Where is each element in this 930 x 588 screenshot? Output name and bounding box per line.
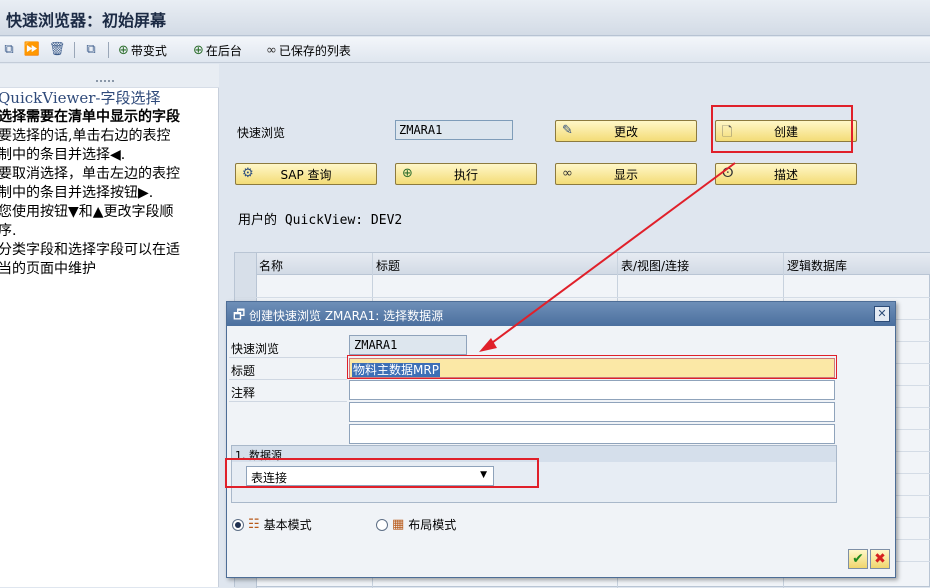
glasses-icon: ∞ [266, 42, 277, 58]
dialog-note-label: 注释 [231, 386, 256, 400]
help-line: 制中的条目并选择◀. [0, 147, 126, 163]
background-button[interactable]: ⊕ 在后台 [193, 41, 242, 59]
display-button[interactable]: ∞ 显示 [555, 163, 697, 185]
annotation-box-datasource [225, 458, 539, 488]
quickview-input[interactable]: ZMARA1 [395, 120, 513, 140]
execute-button[interactable]: ⊕ 执行 [395, 163, 537, 185]
confirm-button[interactable]: ✔ [848, 549, 868, 569]
glasses-icon: ∞ [562, 166, 573, 181]
help-pane: QuickViewer-字段选择 选择需要在清单中显示的字段 要选择的话,单击右… [0, 64, 219, 587]
window-title: 快速浏览器：初始屏幕 [6, 11, 167, 30]
help-line: 制中的条目并选择按钮▶. [0, 185, 154, 201]
query-icon: ⚙ [242, 166, 254, 181]
cancel-button[interactable]: ✖ [870, 549, 890, 569]
window-title-bar: 快速浏览器：初始屏幕 [0, 0, 930, 36]
layout-mode-icon: ▦ [392, 517, 405, 532]
help-line: 选择需要在清单中显示的字段 [0, 109, 180, 125]
table-header: 名称 标题 表/视图/连接 逻辑数据库 [235, 253, 930, 275]
annotation-box-create [711, 105, 853, 153]
help-line: 要选择的话,单击右边的表控 [0, 128, 171, 144]
radio-selected-icon[interactable] [232, 518, 244, 531]
dialog-window-icon: 🗗 [233, 308, 246, 323]
note-input-2[interactable] [349, 402, 835, 422]
describe-button[interactable]: ⵙ 描述 [715, 163, 857, 185]
with-variant-button[interactable]: ⊕ 带变式 [118, 41, 167, 59]
transport-icon[interactable]: ⏩ [24, 41, 40, 57]
help-line: 序. [0, 223, 17, 239]
pencil-icon: ✎ [562, 123, 573, 138]
column-header-table[interactable]: 表/视图/连接 [621, 257, 689, 274]
help-line: 您使用按钮▼和▲更改字段顺 [0, 204, 174, 220]
help-line: 要取消选择，单击左边的表控 [0, 166, 180, 182]
note-input-1[interactable] [349, 380, 835, 400]
execute-icon: ⊕ [402, 166, 413, 181]
basic-mode-radio[interactable]: ☷ 基本模式 [232, 516, 312, 533]
delete-icon[interactable]: 🗑 [49, 41, 66, 57]
help-line: 分类字段和选择字段可以在适 [0, 242, 180, 258]
column-header-title[interactable]: 标题 [376, 257, 400, 274]
dialog-title: 创建快速浏览 ZMARA1: 选择数据源 [249, 309, 444, 323]
layout-mode-radio[interactable]: ▦ 布局模式 [376, 516, 456, 533]
spectacles-icon: ⵙ [722, 166, 734, 181]
dialog-quickview-field: ZMARA1 [349, 335, 467, 355]
help-line: 当的页面中维护 [0, 261, 96, 277]
close-icon[interactable]: ✕ [874, 306, 890, 322]
saved-lists-button[interactable]: ∞ 已保存的列表 [266, 41, 351, 59]
dialog-quickview-label: 快速浏览 [231, 342, 280, 356]
sap-query-button[interactable]: ⚙ SAP 查询 [235, 163, 377, 185]
copy-icon[interactable]: ⧉ [1, 41, 17, 57]
user-quickview-heading: 用户的 QuickView: DEV2 [238, 213, 403, 228]
column-header-ldb[interactable]: 逻辑数据库 [787, 257, 847, 274]
dialog-title-bar[interactable]: 🗗 创建快速浏览 ZMARA1: 选择数据源 ✕ [227, 302, 895, 326]
basic-mode-icon: ☷ [248, 517, 260, 532]
help-text: QuickViewer-字段选择 选择需要在清单中显示的字段 要选择的话,单击右… [0, 89, 214, 279]
note-input-3[interactable] [349, 424, 835, 444]
application-toolbar: ⧉ ⏩ 🗑 ⧉ ⊕ 带变式 ⊕ 在后台 ∞ 已保存的列表 [0, 37, 930, 63]
background-label: 在后台 [205, 43, 242, 58]
with-variant-label: 带变式 [130, 43, 167, 58]
dialog-title-label: 标题 [231, 364, 256, 378]
background-exec-icon: ⊕ [193, 42, 204, 58]
splitter-grip-icon[interactable] [96, 80, 114, 82]
radio-unselected-icon[interactable] [376, 518, 388, 531]
column-header-name[interactable]: 名称 [259, 257, 283, 274]
other-object-icon[interactable]: ⧉ [83, 41, 99, 57]
annotation-box-title [347, 355, 837, 379]
help-title: QuickViewer-字段选择 [0, 89, 161, 107]
quickview-label: 快速浏览 [237, 126, 286, 140]
saved-lists-label: 已保存的列表 [278, 43, 351, 58]
execute-variant-icon: ⊕ [118, 42, 129, 58]
create-quickview-dialog: 🗗 创建快速浏览 ZMARA1: 选择数据源 ✕ 快速浏览 ZMARA1 标题 … [226, 301, 896, 578]
change-button[interactable]: ✎ 更改 [555, 120, 697, 142]
help-pane-header [0, 64, 219, 88]
